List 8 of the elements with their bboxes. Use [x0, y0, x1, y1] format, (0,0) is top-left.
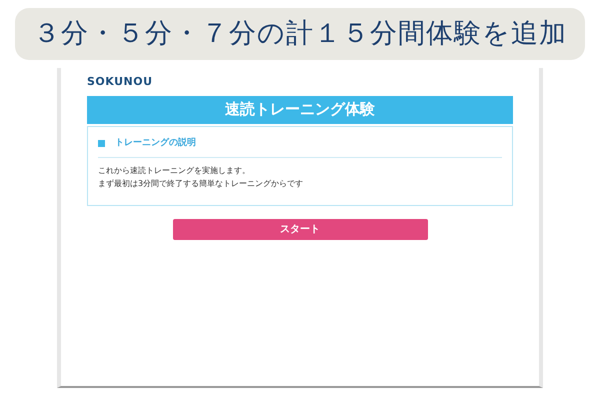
caption: ３分・５分・７分の計１５分間体験を追加 — [33, 16, 567, 51]
section-title: トレーニングの説明 — [115, 136, 196, 150]
square-icon — [98, 140, 105, 147]
description-text: これから速読トレーニングを実施します。 — [98, 165, 251, 176]
start-button[interactable]: スタート — [172, 218, 428, 240]
description-text: まず最初は3分間で終了する簡単なトレーニングからです — [98, 178, 304, 189]
page-title: 速読トレーニング体験 — [225, 99, 375, 120]
logo: SOKUNOU — [87, 74, 154, 90]
